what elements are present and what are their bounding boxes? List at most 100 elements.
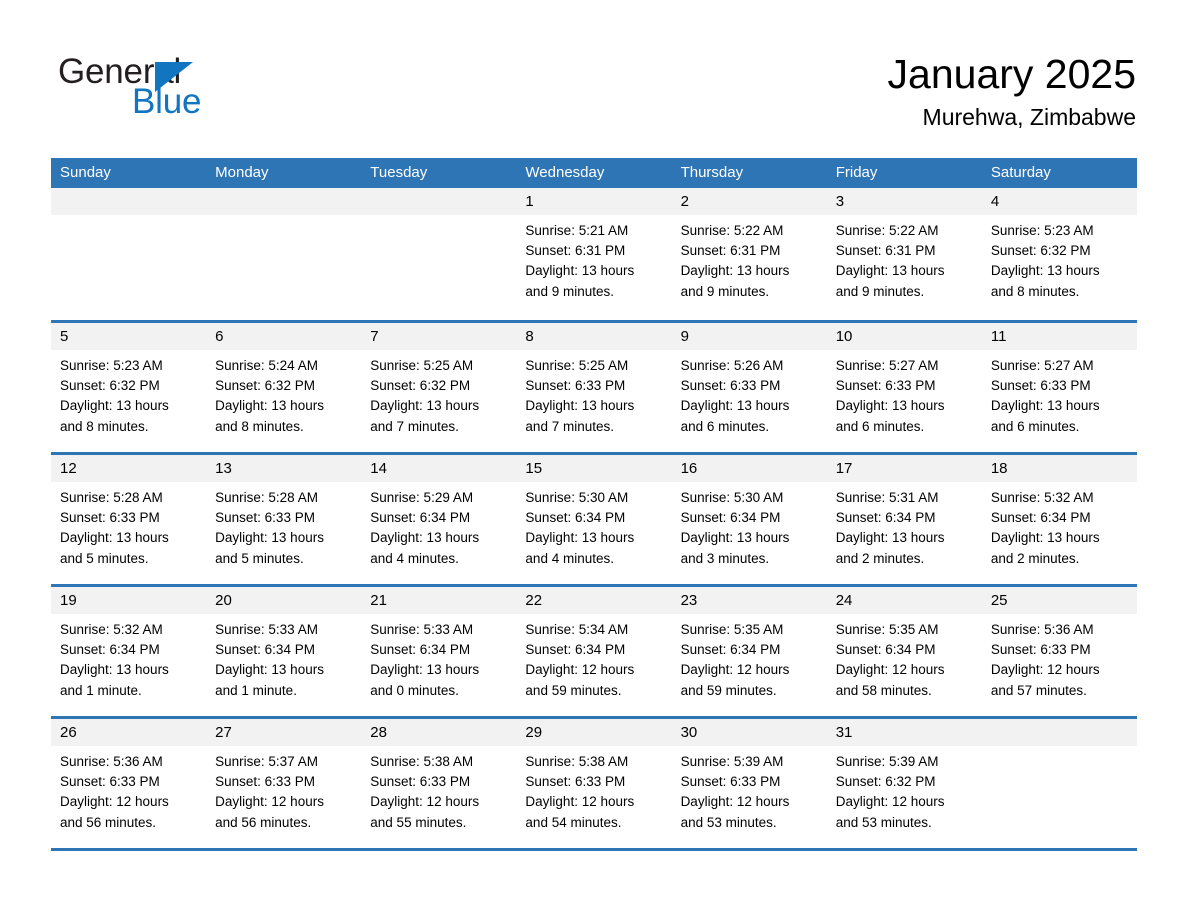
day-detail-line: Sunset: 6:34 PM — [680, 510, 781, 526]
day-number: 19 — [60, 592, 77, 609]
calendar-day-cell[interactable]: 23 Sunrise: 5:35 AM Sunset: 6:34 PM Dayligh… — [671, 587, 827, 716]
calendar-day-cell[interactable]: 2 Sunrise: 5:22 AM Sunset: 6:31 PM Daylight… — [671, 188, 827, 320]
calendar-grid: Sunday Monday Tuesday Wednesday Thursday Frid… — [51, 158, 1137, 851]
calendar-day-cell[interactable]: 3 Sunrise: 5:22 AM Sunset: 6:31 PM Daylight… — [826, 188, 982, 320]
calendar-day-cell[interactable]: 8 Sunrise: 5:25 AM Sunset: 6:33 PM Daylight… — [516, 323, 672, 452]
day-number-band: 7 — [361, 323, 517, 350]
day-detail-line: and 55 minutes. — [370, 814, 467, 830]
day-detail-line: and 3 minutes. — [680, 550, 770, 566]
day-detail-line: Daylight: 12 hours — [990, 662, 1100, 678]
day-detail-line: Sunrise: 5:26 AM — [680, 358, 784, 373]
day-detail-line: Sunset: 6:34 PM — [990, 510, 1091, 526]
calendar-week-row: 19 Sunrise: 5:32 AM Sunset: 6:34 PM Dayligh… — [51, 584, 1137, 716]
calendar-day-cell[interactable]: 7 Sunrise: 5:25 AM Sunset: 6:32 PM Daylight… — [361, 323, 517, 452]
calendar-day-cell[interactable]: 29 Sunrise: 5:38 AM Sunset: 6:33 PM Dayligh… — [516, 719, 672, 848]
day-detail-line: Daylight: 12 hours — [680, 794, 790, 810]
day-number-band: 24 — [826, 587, 982, 614]
day-detail-line: Sunset: 6:33 PM — [370, 774, 471, 790]
calendar-day-cell-empty — [51, 188, 207, 320]
day-detail-body: Sunrise: 5:35 AM Sunset: 6:34 PM Daylight:… — [671, 614, 827, 716]
day-detail-body: Sunrise: 5:32 AM Sunset: 6:34 PM Daylight:… — [981, 482, 1137, 584]
day-detail-line: and 9 minutes. — [835, 283, 925, 299]
day-number: 20 — [215, 592, 232, 609]
day-number-band: 20 — [206, 587, 362, 614]
calendar-day-cell[interactable]: 31 Sunrise: 5:39 AM Sunset: 6:32 PM Dayligh… — [826, 719, 982, 848]
calendar-day-cell[interactable]: 18 Sunrise: 5:32 AM Sunset: 6:34 PM Dayligh… — [981, 455, 1137, 584]
calendar-day-cell[interactable]: 21 Sunrise: 5:33 AM Sunset: 6:34 PM Dayligh… — [361, 587, 517, 716]
calendar-day-cell[interactable]: 22 Sunrise: 5:34 AM Sunset: 6:34 PM Dayligh… — [516, 587, 672, 716]
calendar-day-cell[interactable]: 19 Sunrise: 5:32 AM Sunset: 6:34 PM Dayligh… — [51, 587, 207, 716]
day-detail-body: Sunrise: 5:36 AM Sunset: 6:33 PM Daylight:… — [981, 614, 1137, 716]
day-detail-line: and 53 minutes. — [835, 814, 932, 830]
day-detail-line: and 1 minute. — [60, 682, 142, 698]
day-detail-line: Daylight: 13 hours — [525, 398, 635, 414]
calendar-day-cell[interactable]: 20 Sunrise: 5:33 AM Sunset: 6:34 PM Dayligh… — [206, 587, 362, 716]
calendar-day-cell[interactable]: 13 Sunrise: 5:28 AM Sunset: 6:33 PM Dayligh… — [206, 455, 362, 584]
calendar-day-cell[interactable]: 24 Sunrise: 5:35 AM Sunset: 6:34 PM Dayligh… — [826, 587, 982, 716]
day-number: 17 — [835, 460, 853, 477]
day-number-band — [51, 188, 207, 215]
day-detail-line: Sunrise: 5:36 AM — [60, 754, 163, 769]
day-number-band: 13 — [206, 455, 362, 482]
calendar-day-cell[interactable]: 25 Sunrise: 5:36 AM Sunset: 6:33 PM Dayligh… — [981, 587, 1137, 716]
day-detail-line: Daylight: 13 hours — [835, 263, 945, 279]
day-detail-line: and 1 minute. — [215, 682, 297, 698]
day-detail-body: Sunrise: 5:35 AM Sunset: 6:34 PM Daylight:… — [826, 614, 982, 716]
calendar-day-cell[interactable]: 5 Sunrise: 5:23 AM Sunset: 6:32 PM Daylight… — [51, 323, 207, 452]
day-detail-body: Sunrise: 5:34 AM Sunset: 6:34 PM Daylight:… — [516, 614, 672, 716]
day-number-band: 6 — [206, 323, 362, 350]
calendar-day-cell[interactable]: 6 Sunrise: 5:24 AM Sunset: 6:32 PM Daylight… — [206, 323, 362, 452]
calendar-day-cell[interactable]: 30 Sunrise: 5:39 AM Sunset: 6:33 PM Dayligh… — [671, 719, 827, 848]
day-number-band: 30 — [671, 719, 827, 746]
day-detail-body: Sunrise: 5:39 AM Sunset: 6:32 PM Daylight:… — [826, 746, 982, 848]
day-detail-line: Sunrise: 5:27 AM — [835, 358, 939, 373]
day-number-band: 10 — [826, 323, 982, 350]
calendar-day-cell[interactable]: 4 Sunrise: 5:23 AM Sunset: 6:32 PM Daylight… — [981, 188, 1137, 320]
calendar-day-cell[interactable]: 17 Sunrise: 5:31 AM Sunset: 6:34 PM Dayligh… — [826, 455, 982, 584]
day-detail-line: and 4 minutes. — [370, 550, 459, 566]
day-detail-line: Daylight: 13 hours — [215, 530, 324, 546]
day-detail-line: and 6 minutes. — [835, 418, 925, 434]
calendar-day-cell[interactable]: 16 Sunrise: 5:30 AM Sunset: 6:34 PM Dayligh… — [671, 455, 827, 584]
day-number-band: 19 — [51, 587, 207, 614]
day-number-band — [981, 719, 1137, 746]
day-detail-line: Sunrise: 5:38 AM — [370, 754, 474, 769]
calendar-week-row: 26 Sunrise: 5:36 AM Sunset: 6:33 PM Dayligh… — [51, 716, 1137, 848]
logo-text-blue: Blue — [132, 82, 202, 121]
day-detail-line: Daylight: 12 hours — [60, 794, 169, 810]
calendar-day-cell[interactable]: 10 Sunrise: 5:27 AM Sunset: 6:33 PM Dayligh… — [826, 323, 982, 452]
day-detail-line: Sunset: 6:32 PM — [215, 378, 315, 394]
calendar-week-row: 5 Sunrise: 5:23 AM Sunset: 6:32 PM Daylight… — [51, 320, 1137, 452]
day-detail-line: and 7 minutes. — [370, 418, 459, 434]
day-detail-body: Sunrise: 5:27 AM Sunset: 6:33 PM Daylight:… — [981, 350, 1137, 452]
calendar-day-cell[interactable]: 28 Sunrise: 5:38 AM Sunset: 6:33 PM Dayligh… — [361, 719, 517, 848]
calendar-day-cell[interactable]: 27 Sunrise: 5:37 AM Sunset: 6:33 PM Dayligh… — [206, 719, 362, 848]
day-number: 10 — [835, 328, 853, 345]
day-detail-line: Daylight: 13 hours — [835, 398, 945, 414]
day-detail-body — [981, 746, 1137, 848]
day-detail-line: and 8 minutes. — [215, 418, 304, 434]
calendar-day-cell[interactable]: 14 Sunrise: 5:29 AM Sunset: 6:34 PM Dayligh… — [361, 455, 517, 584]
day-detail-line: Sunset: 6:34 PM — [525, 510, 626, 526]
day-number: 25 — [990, 592, 1008, 609]
day-detail-line: Sunset: 6:33 PM — [60, 510, 160, 526]
calendar-day-cell[interactable]: 11 Sunrise: 5:27 AM Sunset: 6:33 PM Dayligh… — [981, 323, 1137, 452]
general-blue-logo[interactable]: General Blue — [58, 52, 298, 130]
day-detail-line: Daylight: 13 hours — [990, 263, 1100, 279]
day-detail-line: Sunset: 6:34 PM — [525, 642, 626, 658]
day-detail-body: Sunrise: 5:38 AM Sunset: 6:33 PM Daylight:… — [361, 746, 517, 848]
calendar-day-cell[interactable]: 26 Sunrise: 5:36 AM Sunset: 6:33 PM Dayligh… — [51, 719, 207, 848]
day-detail-body: Sunrise: 5:33 AM Sunset: 6:34 PM Daylight:… — [206, 614, 362, 716]
day-detail-body: Sunrise: 5:23 AM Sunset: 6:32 PM Daylight:… — [981, 215, 1137, 317]
day-detail-line: Sunrise: 5:27 AM — [990, 358, 1094, 373]
day-detail-line: Sunset: 6:32 PM — [60, 378, 160, 394]
day-detail-line: Sunset: 6:33 PM — [680, 378, 781, 394]
day-detail-line: Sunset: 6:33 PM — [525, 774, 626, 790]
day-detail-body: Sunrise: 5:38 AM Sunset: 6:33 PM Daylight:… — [516, 746, 672, 848]
calendar-day-cell[interactable]: 9 Sunrise: 5:26 AM Sunset: 6:33 PM Daylight… — [671, 323, 827, 452]
calendar-day-cell[interactable]: 12 Sunrise: 5:28 AM Sunset: 6:33 PM Dayligh… — [51, 455, 207, 584]
day-detail-line: Sunset: 6:34 PM — [370, 642, 471, 658]
calendar-day-cell[interactable]: 1 Sunrise: 5:21 AM Sunset: 6:31 PM Daylight… — [516, 188, 672, 320]
day-number-band: 14 — [361, 455, 517, 482]
calendar-day-cell[interactable]: 15 Sunrise: 5:30 AM Sunset: 6:34 PM Dayligh… — [516, 455, 672, 584]
